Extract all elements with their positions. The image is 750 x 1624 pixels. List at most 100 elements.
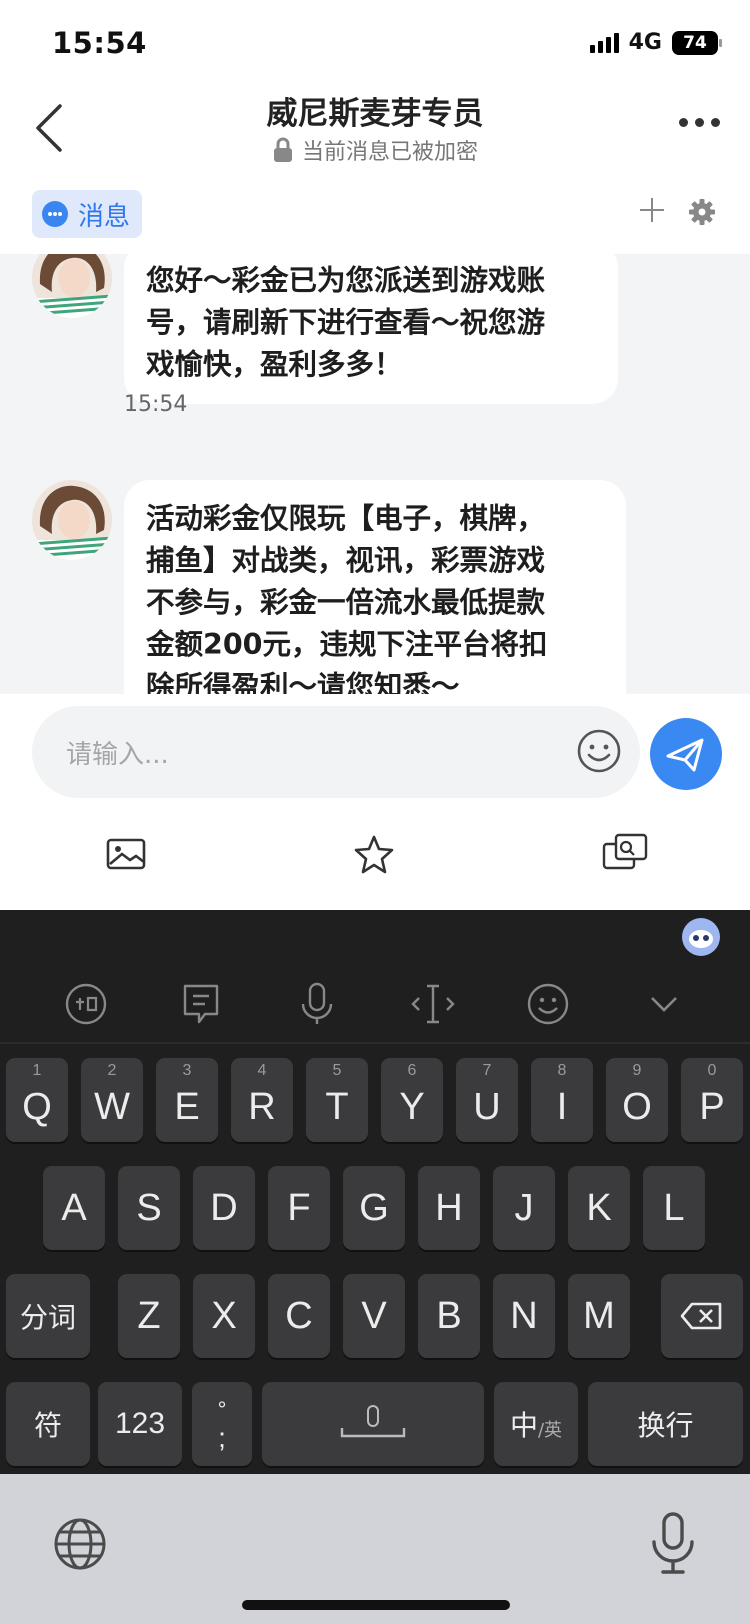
- keyboard-hide-button[interactable]: [640, 980, 688, 1028]
- key-language[interactable]: 中/英: [494, 1382, 578, 1466]
- keyboard-voice-to-text-button[interactable]: [62, 980, 110, 1028]
- key-n[interactable]: N: [493, 1274, 555, 1358]
- chat-bubble-icon: [42, 201, 68, 227]
- emoji-button[interactable]: [576, 728, 622, 774]
- key-char: W: [94, 1085, 130, 1128]
- speech-recognition-icon: [65, 983, 107, 1025]
- image-icon: [106, 838, 146, 870]
- dictation-button[interactable]: [648, 1512, 698, 1576]
- key-char: F: [287, 1186, 311, 1229]
- keyboard-voice-button[interactable]: [293, 980, 341, 1028]
- key-char: O: [622, 1085, 652, 1128]
- message-input[interactable]: 请输入...: [32, 706, 640, 798]
- key-c[interactable]: C: [268, 1274, 330, 1358]
- key-x[interactable]: X: [193, 1274, 255, 1358]
- key-m[interactable]: M: [568, 1274, 630, 1358]
- tab-messages[interactable]: 消息: [32, 190, 143, 238]
- message-line: 戏愉快，盈利多多！: [146, 348, 403, 381]
- microphone-icon: [301, 982, 333, 1024]
- key-punctuation[interactable]: ° ;: [192, 1382, 252, 1466]
- avatar-image: [32, 254, 112, 318]
- globe-button[interactable]: [52, 1516, 108, 1572]
- key-i[interactable]: 8I: [531, 1058, 593, 1142]
- key-w[interactable]: 2W: [81, 1058, 143, 1142]
- avatar[interactable]: [32, 254, 112, 318]
- key-punct-top: °: [217, 1397, 227, 1422]
- encryption-text: 当前消息已被加密: [301, 140, 478, 165]
- key-l[interactable]: L: [643, 1166, 705, 1250]
- key-number: 0: [707, 1062, 717, 1079]
- key-char: H: [435, 1186, 463, 1229]
- smiley-icon: [577, 729, 621, 773]
- keyboard-assistant-icon[interactable]: [682, 918, 720, 956]
- quick-reply-button[interactable]: [602, 832, 648, 876]
- key-char: T: [325, 1085, 349, 1128]
- key-char: M: [583, 1294, 615, 1337]
- message-list[interactable]: 您好～彩金已为您派送到游戏账 号，请刷新下进行查看～祝您游 戏愉快，盈利多多！ …: [0, 254, 750, 694]
- key-s[interactable]: S: [118, 1166, 180, 1250]
- key-a[interactable]: A: [43, 1166, 105, 1250]
- add-button[interactable]: [638, 196, 666, 224]
- message-bubble[interactable]: 活动彩金仅限玩【电子，棋牌， 捕鱼】对战类，视讯，彩票游戏 不参与，彩金一倍流水…: [124, 480, 626, 694]
- key-backspace[interactable]: [661, 1274, 743, 1358]
- send-button[interactable]: [650, 718, 722, 790]
- key-d[interactable]: D: [193, 1166, 255, 1250]
- key-lang-main: 中: [509, 1409, 538, 1442]
- key-u[interactable]: 7U: [456, 1058, 518, 1142]
- key-o[interactable]: 9O: [606, 1058, 668, 1142]
- keyboard: 1Q 2W 3E 4R 5T 6Y 7U 8I 9O 0P A S D F G …: [0, 910, 750, 1474]
- message-line: 活动彩金仅限玩【电子，棋牌，: [146, 502, 546, 535]
- tab-messages-label: 消息: [78, 201, 131, 232]
- key-number: 8: [557, 1062, 567, 1079]
- key-p[interactable]: 0P: [681, 1058, 743, 1142]
- key-j[interactable]: J: [493, 1166, 555, 1250]
- key-y[interactable]: 6Y: [381, 1058, 443, 1142]
- tab-bar: 消息: [0, 180, 750, 254]
- key-number: 9: [632, 1062, 642, 1079]
- key-number: 2: [107, 1062, 117, 1079]
- key-v[interactable]: V: [343, 1274, 405, 1358]
- keyboard-emoji-button[interactable]: [524, 980, 572, 1028]
- settings-button[interactable]: [688, 198, 716, 226]
- keyboard-toolbar: [0, 960, 750, 1048]
- image-button[interactable]: [104, 832, 148, 876]
- keyboard-cursor-button[interactable]: [409, 980, 457, 1028]
- key-char: J: [514, 1186, 534, 1229]
- key-symbols[interactable]: 符: [6, 1382, 90, 1466]
- key-char: N: [510, 1294, 538, 1337]
- key-enter[interactable]: 换行: [588, 1382, 743, 1466]
- assistant-face-icon: [689, 930, 713, 948]
- chat-header: 威尼斯麦芽专员 当前消息已被加密: [0, 80, 750, 180]
- more-options-button[interactable]: [679, 118, 720, 127]
- key-char: K: [586, 1186, 612, 1229]
- key-e[interactable]: 3E: [156, 1058, 218, 1142]
- note-bubble-icon: [184, 984, 219, 1024]
- key-f[interactable]: F: [268, 1166, 330, 1250]
- key-numbers[interactable]: 123: [98, 1382, 182, 1466]
- key-r[interactable]: 4R: [231, 1058, 293, 1142]
- key-h[interactable]: H: [418, 1166, 480, 1250]
- key-q[interactable]: 1Q: [6, 1058, 68, 1142]
- home-indicator[interactable]: [242, 1600, 510, 1610]
- key-segment[interactable]: 分词: [6, 1274, 90, 1358]
- composer: 请输入...: [0, 694, 750, 910]
- encryption-notice: 当前消息已被加密: [0, 134, 750, 166]
- message-line: 您好～彩金已为您派送到游戏账: [146, 264, 546, 297]
- key-b[interactable]: B: [418, 1274, 480, 1358]
- key-char: L: [663, 1186, 685, 1229]
- key-z[interactable]: Z: [118, 1274, 180, 1358]
- key-k[interactable]: K: [568, 1166, 630, 1250]
- message-line: 金额200元，违规下注平台将扣: [146, 628, 548, 661]
- status-bar: 15:54 4G 74: [0, 0, 750, 80]
- keyboard-clipboard-button[interactable]: [177, 980, 225, 1028]
- favorites-button[interactable]: [352, 832, 396, 876]
- message-bubble[interactable]: 您好～彩金已为您派送到游戏账 号，请刷新下进行查看～祝您游 戏愉快，盈利多多！: [124, 254, 618, 404]
- key-char: Y: [399, 1085, 425, 1128]
- key-g[interactable]: G: [343, 1166, 405, 1250]
- avatar[interactable]: [32, 480, 112, 560]
- key-space[interactable]: [262, 1382, 484, 1466]
- key-char: Z: [137, 1294, 161, 1337]
- chat-title: 威尼斯麦芽专员: [266, 96, 484, 132]
- key-t[interactable]: 5T: [306, 1058, 368, 1142]
- key-char: B: [436, 1294, 462, 1337]
